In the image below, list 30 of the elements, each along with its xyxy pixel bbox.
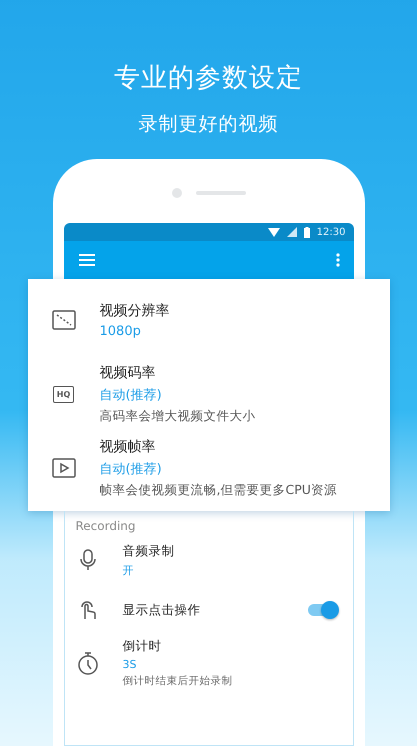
- setting-value: 自动(推荐): [100, 460, 163, 478]
- setting-title: 倒计时: [122, 638, 162, 655]
- resize-icon: [52, 310, 76, 330]
- microphone-icon: [80, 549, 96, 571]
- setting-title: 视频码率: [100, 364, 156, 382]
- battery-icon: [304, 226, 310, 238]
- hand-icon: [78, 599, 96, 621]
- setting-value: 自动(推荐): [100, 386, 163, 404]
- status-time: 12:30: [316, 226, 346, 238]
- setting-note: 高码率会增大视频文件大小: [100, 408, 256, 424]
- wifi-icon: [268, 228, 280, 236]
- signal-icon: [286, 227, 297, 237]
- setting-title: 视频帧率: [100, 438, 156, 456]
- subheadline: 录制更好的视频: [138, 112, 278, 137]
- play-icon: [52, 458, 76, 478]
- menu-icon[interactable]: [78, 254, 94, 266]
- setting-note: 倒计时结束后开始录制: [122, 674, 234, 688]
- timer-icon: [76, 651, 98, 675]
- section-header: Recording: [74, 518, 137, 535]
- setting-value: 开: [122, 562, 134, 578]
- setting-title: 视频分辨率: [100, 302, 170, 320]
- hq-icon: HQ: [52, 386, 74, 402]
- setting-title: 音频录制: [122, 542, 176, 560]
- camera-icon: [172, 188, 182, 198]
- setting-title: 显示点击操作: [122, 602, 202, 618]
- setting-value: 3S: [122, 658, 138, 671]
- more-icon[interactable]: [336, 253, 340, 267]
- setting-value: 1080p: [100, 324, 142, 338]
- setting-note: 帧率会使视频更流畅,但需要更多CPU资源: [100, 482, 337, 498]
- headline: 专业的参数设定: [114, 62, 303, 95]
